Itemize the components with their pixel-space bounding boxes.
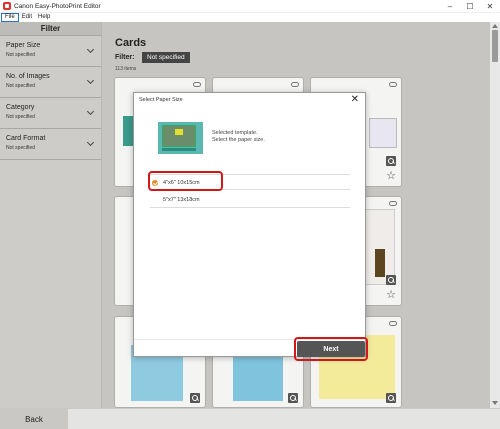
minimize-button[interactable]: – (440, 0, 460, 13)
cloud-icon (291, 82, 299, 87)
filter-chip[interactable]: Not specified (142, 52, 190, 63)
sidebar-header: Filter (0, 22, 101, 36)
scroll-thumb[interactable] (492, 30, 498, 62)
template-thumbnail (233, 351, 283, 401)
selected-template-thumbnail (158, 122, 203, 154)
next-button[interactable]: Next (297, 341, 365, 357)
selected-template-text: Selected template. Select the paper size… (212, 130, 265, 143)
zoom-icon[interactable] (386, 156, 396, 166)
select-paper-size-dialog: Select Paper Size ✕ Selected template. S… (133, 92, 368, 361)
filter-no-of-images[interactable]: No. of Images Not specified (0, 67, 101, 98)
menu-help[interactable]: Help (35, 13, 53, 22)
filter-value: Not specified (6, 52, 35, 58)
close-window-button[interactable]: ✕ (480, 0, 500, 13)
menu-bar: File Edit Help (0, 13, 500, 22)
star-icon[interactable]: ☆ (386, 290, 396, 301)
filter-label: Filter: (115, 54, 135, 61)
paper-option-5x7[interactable]: 5"x7" 13x18cm (163, 193, 200, 206)
vertical-scrollbar[interactable] (490, 22, 500, 408)
template-photo (162, 125, 196, 147)
cloud-icon (389, 82, 397, 87)
title-bar: Canon Easy-PhotoPrint Editor – ☐ ✕ (0, 0, 500, 13)
zoom-icon[interactable] (288, 393, 298, 403)
bottom-bar: Back (0, 408, 500, 429)
filter-category[interactable]: Category Not specified (0, 98, 101, 129)
item-count: 113 items (115, 66, 137, 72)
filter-sidebar: Filter Paper Size Not specified No. of I… (0, 22, 102, 408)
page-title: Cards (115, 37, 147, 49)
menu-edit[interactable]: Edit (19, 13, 35, 22)
filter-value: Not specified (6, 145, 35, 151)
cloud-icon (389, 321, 397, 326)
maximize-button[interactable]: ☐ (460, 0, 480, 13)
window-title: Canon Easy-PhotoPrint Editor (14, 2, 101, 10)
app-icon (3, 2, 11, 10)
filter-value: Not specified (6, 114, 35, 120)
menu-file[interactable]: File (1, 13, 19, 22)
zoom-icon[interactable] (386, 393, 396, 403)
zoom-icon[interactable] (190, 393, 200, 403)
close-icon[interactable]: ✕ (351, 94, 359, 105)
dialog-title: Select Paper Size (139, 97, 183, 103)
back-button[interactable]: Back (0, 409, 68, 429)
window-controls: – ☐ ✕ (440, 0, 500, 13)
option-highlight-callout (148, 171, 223, 191)
cloud-icon (389, 201, 397, 206)
paper-option-label: 5"x7" 13x18cm (163, 196, 200, 203)
scroll-down-arrow-icon[interactable] (492, 401, 498, 405)
filter-card-format[interactable]: Card Format Not specified (0, 129, 101, 160)
divider (150, 207, 350, 208)
filter-value: Not specified (6, 83, 35, 89)
template-strip (162, 148, 196, 151)
star-icon[interactable]: ☆ (386, 171, 396, 182)
scroll-up-arrow-icon[interactable] (492, 24, 498, 28)
zoom-icon[interactable] (386, 275, 396, 285)
template-thumbnail (369, 118, 397, 148)
template-thumbnail-photo (375, 249, 385, 277)
cloud-icon (193, 82, 201, 87)
filter-paper-size[interactable]: Paper Size Not specified (0, 36, 101, 67)
